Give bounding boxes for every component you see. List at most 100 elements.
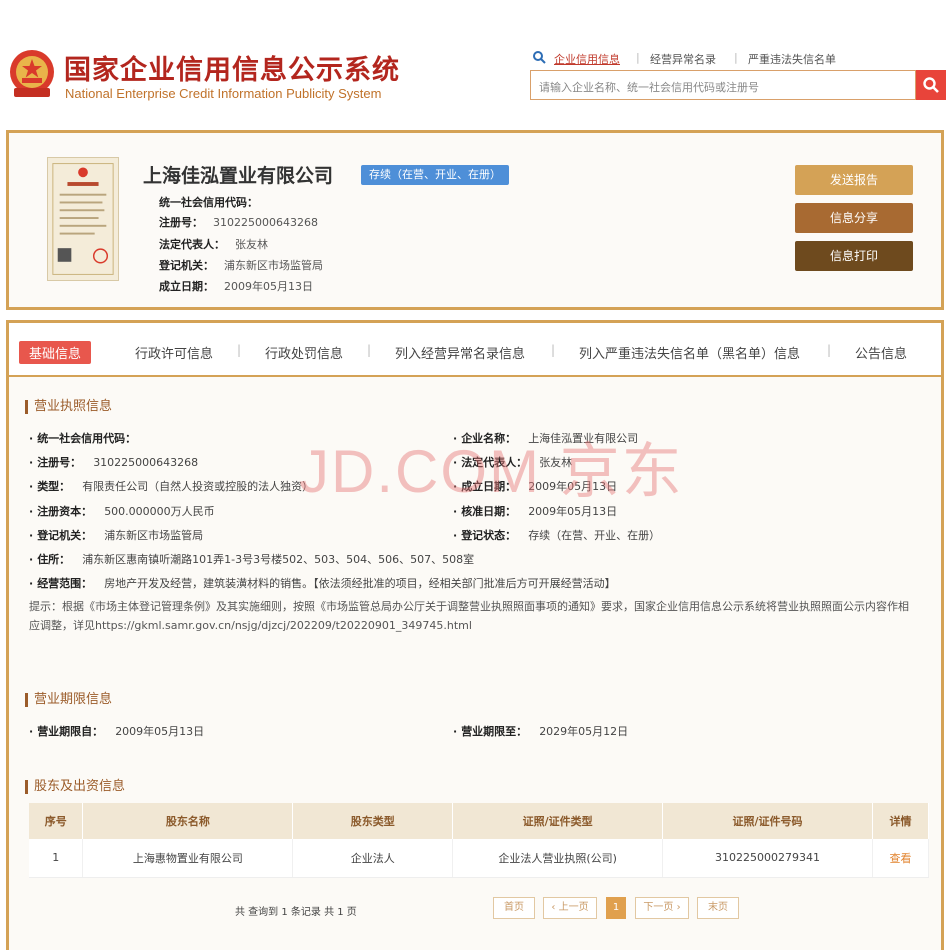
field-approval-date: 核准日期： 2009年05月13日 [453,503,617,519]
next-page-button[interactable]: 下一页 › [635,897,689,919]
column-header: 证照/证件号码 [662,803,873,839]
info-label: 登记机关： [159,259,214,272]
field-value: 500.000000万人民币 [104,505,215,518]
field-term-from: 营业期限自： 2009年05月13日 [29,723,204,739]
tab-admin-penalty[interactable]: 行政处罚信息 [265,343,343,362]
link-blacklist[interactable]: 严重违法失信名单 [748,51,836,67]
field-value: 房地产开发及经营，建筑装潢材料的销售。【依法须经批准的项目，经相关部门批准后方可… [104,577,616,590]
field-label: 核准日期： [453,505,516,518]
search-type-links: 企业信用信息 | 经营异常名录 | 严重违法失信名单 [532,50,942,68]
field-reg-no: 注册号： 310225000643268 [29,454,198,470]
license-notice: 提示：根据《市场主体登记管理条例》及其实施细则，按照《市场监管总局办公厅关于调整… [29,600,909,632]
field-value: 2009年05月13日 [528,480,618,493]
info-value: 浦东新区市场监管局 [224,259,323,272]
search-icon [923,77,939,93]
tab-announcements[interactable]: 公告信息 [855,343,907,362]
send-report-button[interactable]: 发送报告 [795,165,913,195]
link-enterprise-credit[interactable]: 企业信用信息 [554,51,620,67]
shareholder-table: 序号 股东名称 股东类型 证照/证件类型 证照/证件号码 详情 1 上海惠物置业… [29,803,929,878]
site-title: 国家企业信用信息公示系统 [64,55,400,86]
field-founded: 成立日期： 2009年05月13日 [453,478,617,494]
link-abnormal-list[interactable]: 经营异常名录 [650,51,716,67]
info-label: 注册号： [159,216,203,229]
field-label: 类型： [29,480,70,493]
cell-cert-type: 企业法人营业执照(公司) [452,839,664,878]
info-label: 成立日期： [159,280,214,293]
field-label: 住所： [29,553,70,566]
field-term-to: 营业期限至： 2029年05月12日 [453,723,628,739]
field-label: 经营范围： [29,577,92,590]
info-value: 2009年05月13日 [224,280,313,293]
prev-page-button[interactable]: ‹ 上一页 [543,897,597,919]
search-button[interactable] [916,70,946,100]
search-input[interactable]: 请输入企业名称、统一社会信用代码或注册号 [530,70,916,100]
table-header-row: 序号 股东名称 股东类型 证照/证件类型 证照/证件号码 详情 [29,803,929,839]
info-label: 法定代表人： [159,238,225,251]
current-page-button[interactable]: 1 [606,897,626,919]
first-page-button[interactable]: 首页 [493,897,535,919]
field-credit-code: 统一社会信用代码： [29,430,148,446]
column-header: 股东名称 [82,803,294,839]
cell-shareholder-name: 上海惠物置业有限公司 [82,839,294,878]
info-reg-no: 注册号： 310225000643268 [159,214,318,230]
shareholder-section-title: 股东及出资信息 [25,780,125,794]
company-name: 上海佳泓置业有限公司 [143,165,334,187]
field-type: 类型： 有限责任公司（自然人投资或控股的法人独资） [29,478,313,494]
tab-blacklist[interactable]: 列入严重违法失信名单（黑名单）信息 [579,343,800,362]
national-emblem-icon [10,50,54,97]
field-label: 登记状态： [453,529,516,542]
field-value: 浦东新区市场监管局 [104,529,204,542]
main-content: 基础信息 行政许可信息 | 行政处罚信息 | 列入经营异常名录信息 | 列入严重… [6,320,944,950]
column-header: 序号 [29,803,84,839]
field-reg-status: 登记状态： 存续（在营、开业、在册） [453,527,660,543]
field-authority: 登记机关： 浦东新区市场监管局 [29,527,203,543]
share-info-button[interactable]: 信息分享 [795,203,913,233]
column-header: 股东类型 [292,803,454,839]
field-label: 法定代表人： [453,456,527,469]
field-value: 存续（在营、开业、在册） [528,529,661,542]
column-header: 证照/证件类型 [452,803,664,839]
info-value: 310225000643268 [213,216,318,229]
cell-cert-no: 310225000279341 [662,839,873,878]
field-label: 营业期限至： [453,725,527,738]
field-label: 注册号： [29,456,81,469]
tab-abnormal-list[interactable]: 列入经营异常名录信息 [395,343,525,362]
info-authority: 登记机关： 浦东新区市场监管局 [159,257,323,273]
field-value: 浦东新区惠南镇听潮路101弄1-3号3号楼502、503、504、506、507… [82,553,475,566]
field-address: 住所： 浦东新区惠南镇听潮路101弄1-3号3号楼502、503、504、506、… [29,551,474,567]
cell-no: 1 [29,839,84,878]
field-label: 营业期限自： [29,725,103,738]
field-value: 2029年05月12日 [539,725,629,738]
info-legal-rep: 法定代表人： 张友林 [159,236,268,252]
column-header: 详情 [872,803,929,839]
print-info-button[interactable]: 信息打印 [795,241,913,271]
site-header: 国家企业信用信息公示系统 National Enterprise Credit … [0,30,950,120]
business-license-image [47,157,119,281]
term-section-title: 营业期限信息 [25,693,112,707]
info-founded: 成立日期： 2009年05月13日 [159,278,313,294]
cell-shareholder-type: 企业法人 [292,839,454,878]
field-label: 登记机关： [29,529,92,542]
table-row: 1 上海惠物置业有限公司 企业法人 企业法人营业执照(公司) 310225000… [29,839,929,878]
field-label: 企业名称： [453,432,516,445]
field-company-name: 企业名称： 上海佳泓置业有限公司 [453,430,638,446]
field-label: 成立日期： [453,480,516,493]
field-value: 有限责任公司（自然人投资或控股的法人独资） [82,480,314,493]
field-label: 注册资本： [29,505,92,518]
field-value: 2009年05月13日 [528,505,618,518]
field-legal-rep: 法定代表人： 张友林 [453,454,572,470]
last-page-button[interactable]: 末页 [697,897,739,919]
field-value: 310225000643268 [93,456,199,469]
tab-admin-license[interactable]: 行政许可信息 [135,343,213,362]
field-value: 上海佳泓置业有限公司 [528,432,639,445]
tab-basic-info[interactable]: 基础信息 [19,341,92,364]
view-detail-link[interactable]: 查看 [890,852,912,865]
field-value: 2009年05月13日 [115,725,205,738]
status-badge: 存续（在营、开业、在册） [361,165,509,185]
field-value: 张友林 [539,456,573,469]
search-icon [533,51,546,64]
info-credit-code: 统一社会信用代码： [159,194,268,210]
info-label: 统一社会信用代码： [159,196,258,209]
pagination-summary: 共 查询到 1 条记录 共 1 页 [235,907,357,918]
field-business-scope: 经营范围： 房地产开发及经营，建筑装潢材料的销售。【依法须经批准的项目，经相关部门… [29,575,616,591]
